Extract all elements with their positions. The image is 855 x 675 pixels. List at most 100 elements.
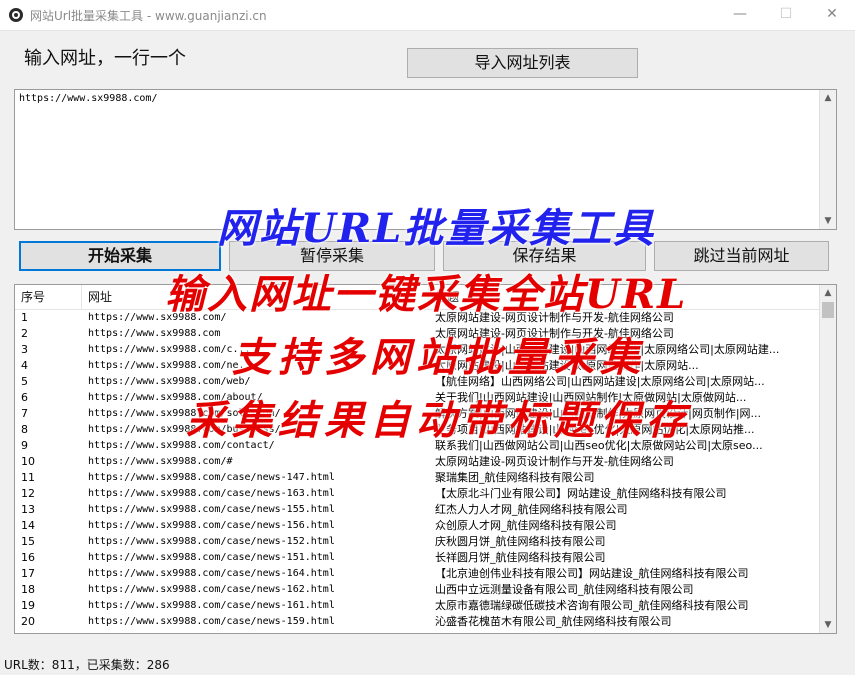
row-title: 太原市嘉德瑞绿碳低碳技术咨询有限公司_航佳网络科技有限公司 [435, 599, 749, 612]
row-url: https://www.sx9988.com/# [88, 456, 233, 467]
row-index: 18 [21, 583, 35, 596]
row-url: https://www.sx9988.com/web/ [88, 376, 251, 387]
table-row[interactable]: 10 https://www.sx9988.com/# 太原网站建设-网页设计制作与… [15, 454, 820, 470]
row-url: https://www.sx9988.com/case/news-156.htm… [88, 520, 335, 531]
table-row[interactable]: 8 https://www.sx9988.com/business/业务项目|山西… [15, 422, 820, 438]
row-index: 8 [21, 423, 28, 436]
status-bar-text: URL数：811，已采集数：286 [4, 658, 170, 672]
row-title: 太原网站建设-网页设计制作与开发-航佳网络公司 [435, 311, 674, 324]
row-url: https://www.sx9988.com/business/ [88, 424, 281, 435]
row-index: 16 [21, 551, 35, 564]
table-header: 序号 网址 标题 [15, 285, 820, 310]
table-row[interactable]: 6 https://www.sx9988.com/about/关于我们|山西网站建… [15, 390, 820, 406]
row-index: 11 [21, 471, 35, 484]
window-title: 网站Url批量采集工具 - www.guanjianzi.cn [30, 9, 267, 23]
table-row[interactable]: 13 https://www.sx9988.com/case/news-155.h… [15, 502, 820, 518]
url-input-area[interactable]: https://www.sx9988.com/ ▲ ▼ [14, 89, 837, 230]
row-url: https://www.sx9988.com/case/news-151.htm… [88, 552, 335, 563]
row-url: https://www.sx9988.com/case/news-161.htm… [88, 600, 335, 611]
row-url: https://www.sx9988.com/case/news-147.htm… [88, 472, 335, 483]
row-url: https://www.sx9988.com/ne... [88, 360, 257, 371]
row-url: https://www.sx9988.com/ [88, 312, 227, 323]
row-index: 6 [21, 391, 28, 404]
table-row[interactable]: 19 https://www.sx9988.com/case/news-161.h… [15, 598, 820, 614]
row-title: 【航佳网络】山西网络公司|山西网站建设|太原网络公司|太原网站... [435, 375, 765, 388]
row-index: 9 [21, 439, 28, 452]
row-url: https://www.sx9988.com/about/ [88, 392, 263, 403]
row-title: 长祥圆月饼_航佳网络科技有限公司 [435, 551, 606, 564]
results-table[interactable]: 序号 网址 标题 1 https://www.sx9988.com/太原网站建设-… [14, 284, 837, 634]
app-icon [9, 8, 23, 22]
row-index: 1 [21, 311, 28, 324]
chevron-down-icon[interactable]: ▼ [820, 213, 836, 229]
table-row[interactable]: 3 https://www.sx9988.com/c... 太原网站建设|山西网站建… [15, 342, 820, 358]
table-row[interactable]: 11 https://www.sx9988.com/case/news-147.h… [15, 470, 820, 486]
row-title: 庆秋圆月饼_航佳网络科技有限公司 [435, 535, 606, 548]
row-url: https://www.sx9988.com [88, 328, 221, 339]
title-bar: 网站Url批量采集工具 - www.guanjianzi.cn — ☐ ✕ [0, 0, 855, 31]
row-index: 19 [21, 599, 35, 612]
row-index: 20 [21, 615, 35, 628]
maximize-button[interactable]: ☐ [763, 0, 809, 30]
row-index: 13 [21, 503, 35, 516]
table-row[interactable]: 16 https://www.sx9988.com/case/news-151.h… [15, 550, 820, 566]
row-index: 12 [21, 487, 35, 500]
results-scrollbar[interactable]: ▲ ▼ [819, 285, 836, 633]
row-title: 太原网站建设-网页设计制作与开发-航佳网络公司 [435, 455, 674, 468]
column-header-index[interactable]: 序号 [15, 285, 82, 309]
chevron-up-icon[interactable]: ▲ [820, 285, 836, 301]
save-results-button[interactable]: 保存结果 [443, 241, 646, 271]
scrollbar-thumb[interactable] [822, 302, 834, 318]
url-input-scrollbar[interactable]: ▲ ▼ [819, 90, 836, 229]
row-url: https://www.sx9988.com/case/news-164.htm… [88, 568, 335, 579]
instruction-label: 输入网址，一行一个 [24, 48, 186, 69]
row-title: 【北京迪创伟业科技有限公司】网站建设_航佳网络科技有限公司 [435, 567, 749, 580]
table-row[interactable]: 15 https://www.sx9988.com/case/news-152.h… [15, 534, 820, 550]
row-url: https://www.sx9988.com/case/news-163.htm… [88, 488, 335, 499]
row-url: https://www.sx9988.com/c... [88, 344, 251, 355]
close-button[interactable]: ✕ [809, 0, 855, 30]
row-title: 山西中立远测量设备有限公司_航佳网络科技有限公司 [435, 583, 694, 596]
row-index: 10 [21, 455, 35, 468]
column-header-url[interactable]: 网址 [82, 285, 429, 309]
url-input-text[interactable]: https://www.sx9988.com/ [19, 93, 157, 104]
row-title: 众创原人才网_航佳网络科技有限公司 [435, 519, 617, 532]
table-row[interactable]: 2 https://www.sx9988.com 太原网站建设-网页设计制作与开发-… [15, 326, 820, 342]
table-row[interactable]: 17 https://www.sx9988.com/case/news-164.h… [15, 566, 820, 582]
row-index: 3 [21, 343, 28, 356]
row-url: https://www.sx9988.com/solution/ [88, 408, 281, 419]
chevron-up-icon[interactable]: ▲ [820, 90, 836, 106]
import-list-button[interactable]: 导入网址列表 [407, 48, 638, 78]
pause-collect-button[interactable]: 暂停采集 [229, 241, 435, 271]
table-row[interactable]: 1 https://www.sx9988.com/太原网站建设-网页设计制作与开发… [15, 310, 820, 326]
table-row[interactable]: 5 https://www.sx9988.com/web/ 【航佳网络】山西网络公司… [15, 374, 820, 390]
row-title: 联系我们|山西做网站公司|山西seo优化|太原做网站公司|太原seo... [435, 439, 763, 452]
row-index: 5 [21, 375, 28, 388]
table-row[interactable]: 7 https://www.sx9988.com/solution/解决方案|山西… [15, 406, 820, 422]
row-index: 7 [21, 407, 28, 420]
row-url: https://www.sx9988.com/contact/ [88, 440, 275, 451]
row-url: https://www.sx9988.com/case/news-152.htm… [88, 536, 335, 547]
start-collect-button[interactable]: 开始采集 [19, 241, 221, 271]
row-index: 2 [21, 327, 28, 340]
row-title: 业务项目|山西网站建设|山西seo优化|太原网站优化|太原网站推... [435, 423, 755, 436]
row-index: 15 [21, 535, 35, 548]
skip-current-url-button[interactable]: 跳过当前网址 [654, 241, 829, 271]
column-header-title[interactable]: 标题 [429, 285, 820, 309]
table-row[interactable]: 18 https://www.sx9988.com/case/news-162.h… [15, 582, 820, 598]
row-url: https://www.sx9988.com/case/news-162.htm… [88, 584, 335, 595]
table-row[interactable]: 4 https://www.sx9988.com/ne... 太原网站建设|山西网站… [15, 358, 820, 374]
table-row[interactable]: 12 https://www.sx9988.com/case/news-163.h… [15, 486, 820, 502]
row-index: 14 [21, 519, 35, 532]
row-url: https://www.sx9988.com/case/news-155.htm… [88, 504, 335, 515]
row-title: 太原网站建设|山西网站建设|山西网站制作|太原网络公司|太原网站建... [435, 343, 780, 356]
row-title: 聚瑞集团_航佳网络科技有限公司 [435, 471, 595, 484]
table-row[interactable]: 9 https://www.sx9988.com/contact/联系我们|山西做… [15, 438, 820, 454]
row-title: 解决方案|山西网站建设|山西网站制作|太原网页设计|网页制作|网... [435, 407, 762, 420]
row-url: https://www.sx9988.com/case/news-159.htm… [88, 616, 335, 627]
row-title: 关于我们|山西网站建设|山西网站制作|太原做网站|太原做网站... [435, 391, 747, 404]
minimize-button[interactable]: — [717, 0, 763, 30]
table-row[interactable]: 20 https://www.sx9988.com/case/news-159.h… [15, 614, 820, 630]
chevron-down-icon[interactable]: ▼ [820, 617, 836, 633]
table-row[interactable]: 14 https://www.sx9988.com/case/news-156.h… [15, 518, 820, 534]
